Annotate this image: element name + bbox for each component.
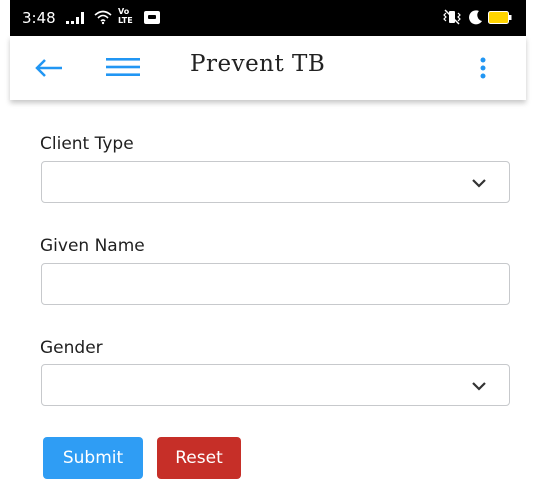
signal-icon xyxy=(66,12,84,24)
wifi-icon xyxy=(94,10,112,25)
chevron-down-icon xyxy=(472,179,486,188)
message-icon xyxy=(144,11,160,24)
submit-button[interactable]: Submit xyxy=(43,437,143,479)
given-name-input[interactable] xyxy=(41,263,510,305)
status-bar: 3:48 Vo LTE xyxy=(10,0,526,36)
page-title: Prevent TB xyxy=(190,51,326,77)
vibrate-icon xyxy=(443,9,461,25)
app-bar: Prevent TB xyxy=(10,36,526,100)
given-name-label: Given Name xyxy=(40,236,145,256)
status-time: 3:48 xyxy=(22,9,56,27)
volte-icon: Vo LTE xyxy=(118,7,133,25)
client-type-label: Client Type xyxy=(40,134,134,154)
chevron-down-icon xyxy=(472,382,486,391)
back-arrow-icon[interactable] xyxy=(34,58,64,78)
reset-button[interactable]: Reset xyxy=(157,437,241,479)
gender-select[interactable] xyxy=(41,364,510,406)
do-not-disturb-icon xyxy=(469,10,482,25)
client-type-select[interactable] xyxy=(41,161,510,203)
battery-icon xyxy=(488,11,512,24)
gender-label: Gender xyxy=(40,338,103,358)
menu-icon[interactable] xyxy=(106,56,140,78)
more-vert-icon[interactable] xyxy=(476,54,490,82)
